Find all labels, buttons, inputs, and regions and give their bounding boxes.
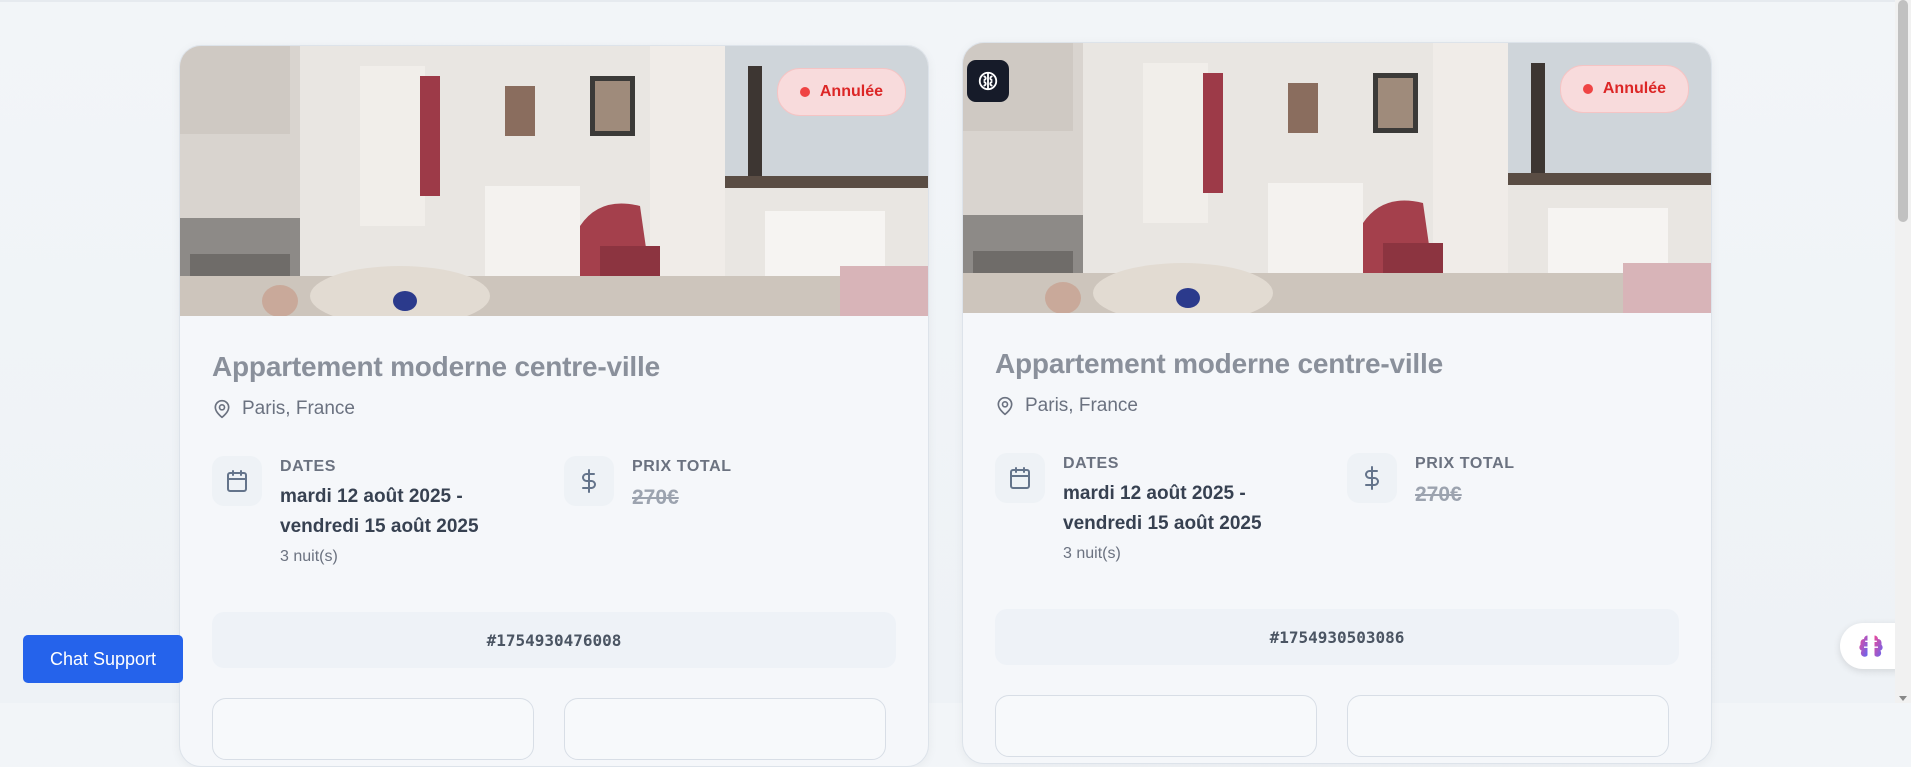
booking-card[interactable]: Annulée Appartement moderne centre-ville…	[962, 42, 1712, 764]
status-badge: Annulée	[1559, 65, 1689, 113]
dollar-icon-box	[564, 456, 614, 506]
location-text: Paris, France	[1025, 395, 1138, 416]
dollar-icon-box	[1347, 453, 1397, 503]
status-dot-icon	[799, 87, 810, 97]
dollar-icon	[1365, 466, 1379, 490]
brain-icon	[978, 71, 998, 91]
vertical-scrollbar[interactable]	[1895, 0, 1911, 703]
location-pin-icon	[997, 396, 1013, 416]
location-pin-icon	[214, 399, 230, 419]
card-action-button-2[interactable]	[564, 698, 886, 760]
ai-badge[interactable]	[967, 60, 1009, 102]
calendar-icon-box	[995, 453, 1045, 503]
calendar-icon	[227, 470, 247, 492]
dates-section: DATES mardi 12 août 2025 - vendredi 15 a…	[995, 453, 1293, 563]
price-value: 270€	[1415, 483, 1462, 506]
dates-value: mardi 12 août 2025 - vendredi 15 août 20…	[1063, 483, 1262, 534]
price-section: PRIX TOTAL 270€	[564, 456, 732, 510]
dates-value: mardi 12 août 2025 - vendredi 15 août 20…	[280, 486, 479, 537]
scrollbar-thumb[interactable]	[1898, 0, 1908, 222]
nights-count: 3 nuit(s)	[1063, 545, 1121, 562]
booking-id: #1754930503086	[995, 609, 1679, 665]
brain-icon	[1859, 635, 1883, 657]
property-location: Paris, France	[995, 395, 1138, 417]
property-title: Appartement moderne centre-ville	[212, 351, 660, 382]
status-label: Annulée	[819, 83, 883, 100]
card-action-button-1[interactable]	[995, 695, 1317, 757]
dates-label: DATES	[280, 458, 337, 475]
property-location: Paris, France	[212, 398, 355, 420]
status-label: Annulée	[1602, 80, 1666, 97]
property-title: Appartement moderne centre-ville	[995, 348, 1443, 379]
status-dot-icon	[1582, 84, 1593, 94]
dates-label: DATES	[1063, 455, 1120, 472]
location-text: Paris, France	[242, 398, 355, 419]
status-badge: Annulée	[776, 68, 906, 116]
price-section: PRIX TOTAL 270€	[1347, 453, 1515, 507]
dates-section: DATES mardi 12 août 2025 - vendredi 15 a…	[212, 456, 510, 566]
top-divider	[0, 0, 1895, 2]
price-label: PRIX TOTAL	[632, 458, 732, 475]
price-label: PRIX TOTAL	[1415, 455, 1515, 472]
scroll-down-arrow-icon[interactable]	[1899, 696, 1907, 701]
calendar-icon-box	[212, 456, 262, 506]
card-action-button-1[interactable]	[212, 698, 534, 760]
price-value: 270€	[632, 486, 679, 509]
chat-support-button[interactable]: Chat Support	[23, 635, 183, 683]
booking-id: #1754930476008	[212, 612, 896, 668]
card-action-button-2[interactable]	[1347, 695, 1669, 757]
nights-count: 3 nuit(s)	[280, 548, 338, 565]
dollar-icon	[582, 469, 596, 493]
booking-card[interactable]: Annulée Appartement moderne centre-ville…	[179, 45, 929, 767]
ai-assistant-button[interactable]	[1840, 623, 1902, 669]
calendar-icon	[1010, 467, 1030, 489]
